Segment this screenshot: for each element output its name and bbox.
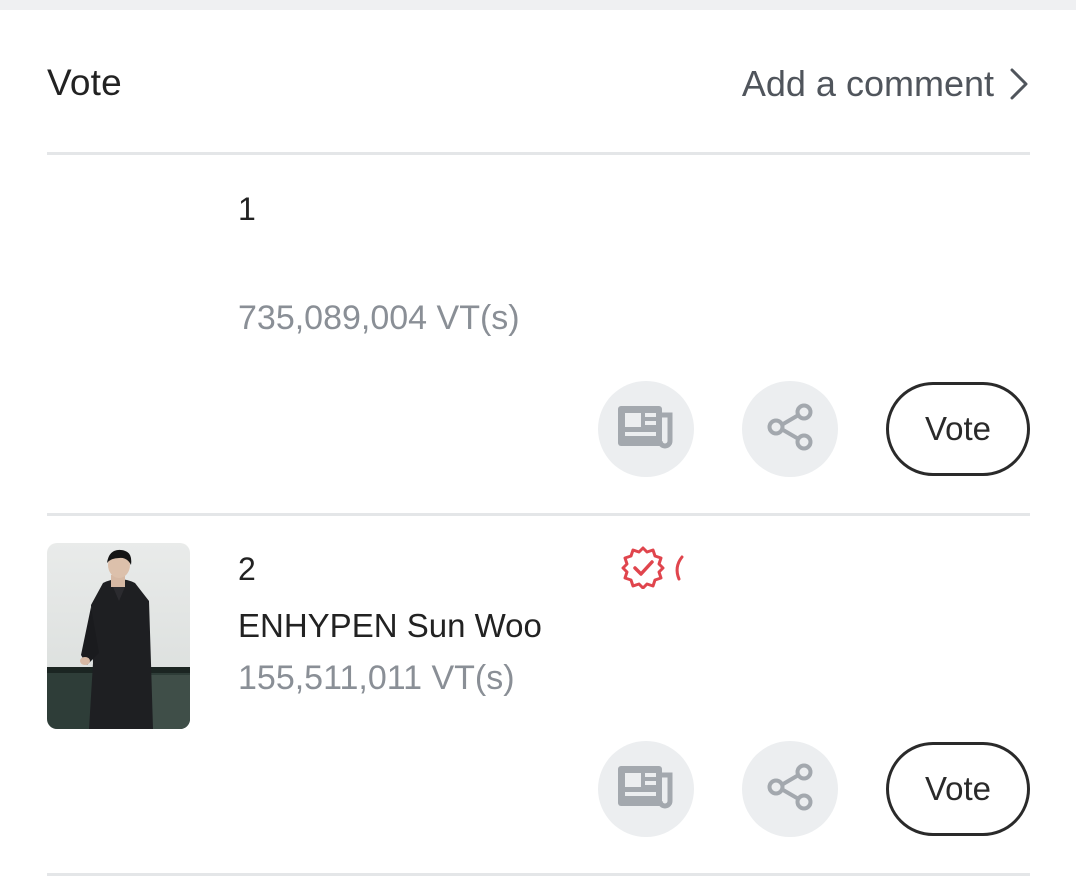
vote-button[interactable]: Vote	[886, 382, 1030, 476]
artist-photo	[47, 543, 190, 729]
ranking-entry-1: 1 735,089,004 VT(s) Vote	[47, 155, 1030, 513]
ranking-entry-2: 2 ENHYPEN Sun Woo 155,511,011 VT(s) Vote	[47, 515, 1030, 873]
add-comment-link[interactable]: Add a comment	[742, 56, 1030, 112]
artist-name: ENHYPEN Sun Woo	[238, 607, 542, 644]
news-icon	[616, 403, 676, 456]
news-icon	[616, 763, 676, 816]
vote-count: 155,511,011 VT(s)	[238, 659, 515, 697]
rank-number: 2	[238, 551, 256, 587]
news-button[interactable]	[598, 381, 694, 477]
share-icon	[764, 761, 816, 818]
vote-button[interactable]: Vote	[886, 742, 1030, 836]
share-button[interactable]	[742, 381, 838, 477]
share-icon	[764, 401, 816, 458]
news-button[interactable]	[598, 741, 694, 837]
verified-badge-icon	[621, 545, 665, 590]
top-strip	[0, 0, 1076, 10]
chevron-right-icon	[1008, 67, 1030, 101]
vote-header: Vote Add a comment	[47, 56, 1030, 112]
vote-count: 735,089,004 VT(s)	[238, 299, 520, 337]
badge-label-fragment	[671, 547, 685, 587]
add-comment-label: Add a comment	[741, 63, 994, 104]
page-title: Vote	[47, 62, 122, 103]
artist-thumbnail	[47, 183, 190, 369]
share-button[interactable]	[742, 741, 838, 837]
rank-number: 1	[238, 191, 256, 227]
